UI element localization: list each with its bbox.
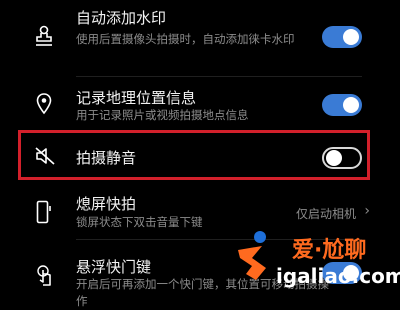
watermark-toggle[interactable] [322, 26, 362, 48]
phone-icon [36, 200, 51, 224]
setting-subtitle: 用于记录照片或视频拍摄地点信息 [76, 108, 249, 122]
watermark-domain: igaliao.com [276, 264, 400, 288]
mute-speaker-icon [35, 147, 55, 165]
setting-title: 熄屏快拍 [76, 195, 137, 213]
setting-title: 自动添加水印 [76, 9, 167, 27]
setting-title: 记录地理位置信息 [76, 89, 197, 107]
runner-logo-icon [238, 231, 266, 280]
toggle-knob [343, 29, 359, 45]
location-pin-icon [36, 93, 52, 115]
highlight-box [18, 130, 370, 180]
setting-subtitle: 使用后置摄像头拍摄时，自动添加徕卡水印 [76, 32, 295, 46]
stamp-icon [36, 25, 52, 46]
silent-toggle[interactable] [322, 147, 362, 169]
setting-title: 悬浮快门键 [76, 258, 152, 276]
watermark-text: 爱·尬聊 [292, 238, 367, 263]
setting-value: 仅启动相机 [295, 207, 356, 221]
site-watermark: 爱·尬聊 igaliao.com [232, 226, 400, 302]
toggle-knob [343, 97, 359, 113]
toggle-knob [326, 150, 342, 166]
setting-title: 拍摄静音 [76, 149, 137, 167]
divider [76, 76, 362, 77]
touch-icon [37, 265, 51, 286]
location-toggle[interactable] [322, 94, 362, 116]
chevron-right-icon: › [364, 203, 370, 219]
